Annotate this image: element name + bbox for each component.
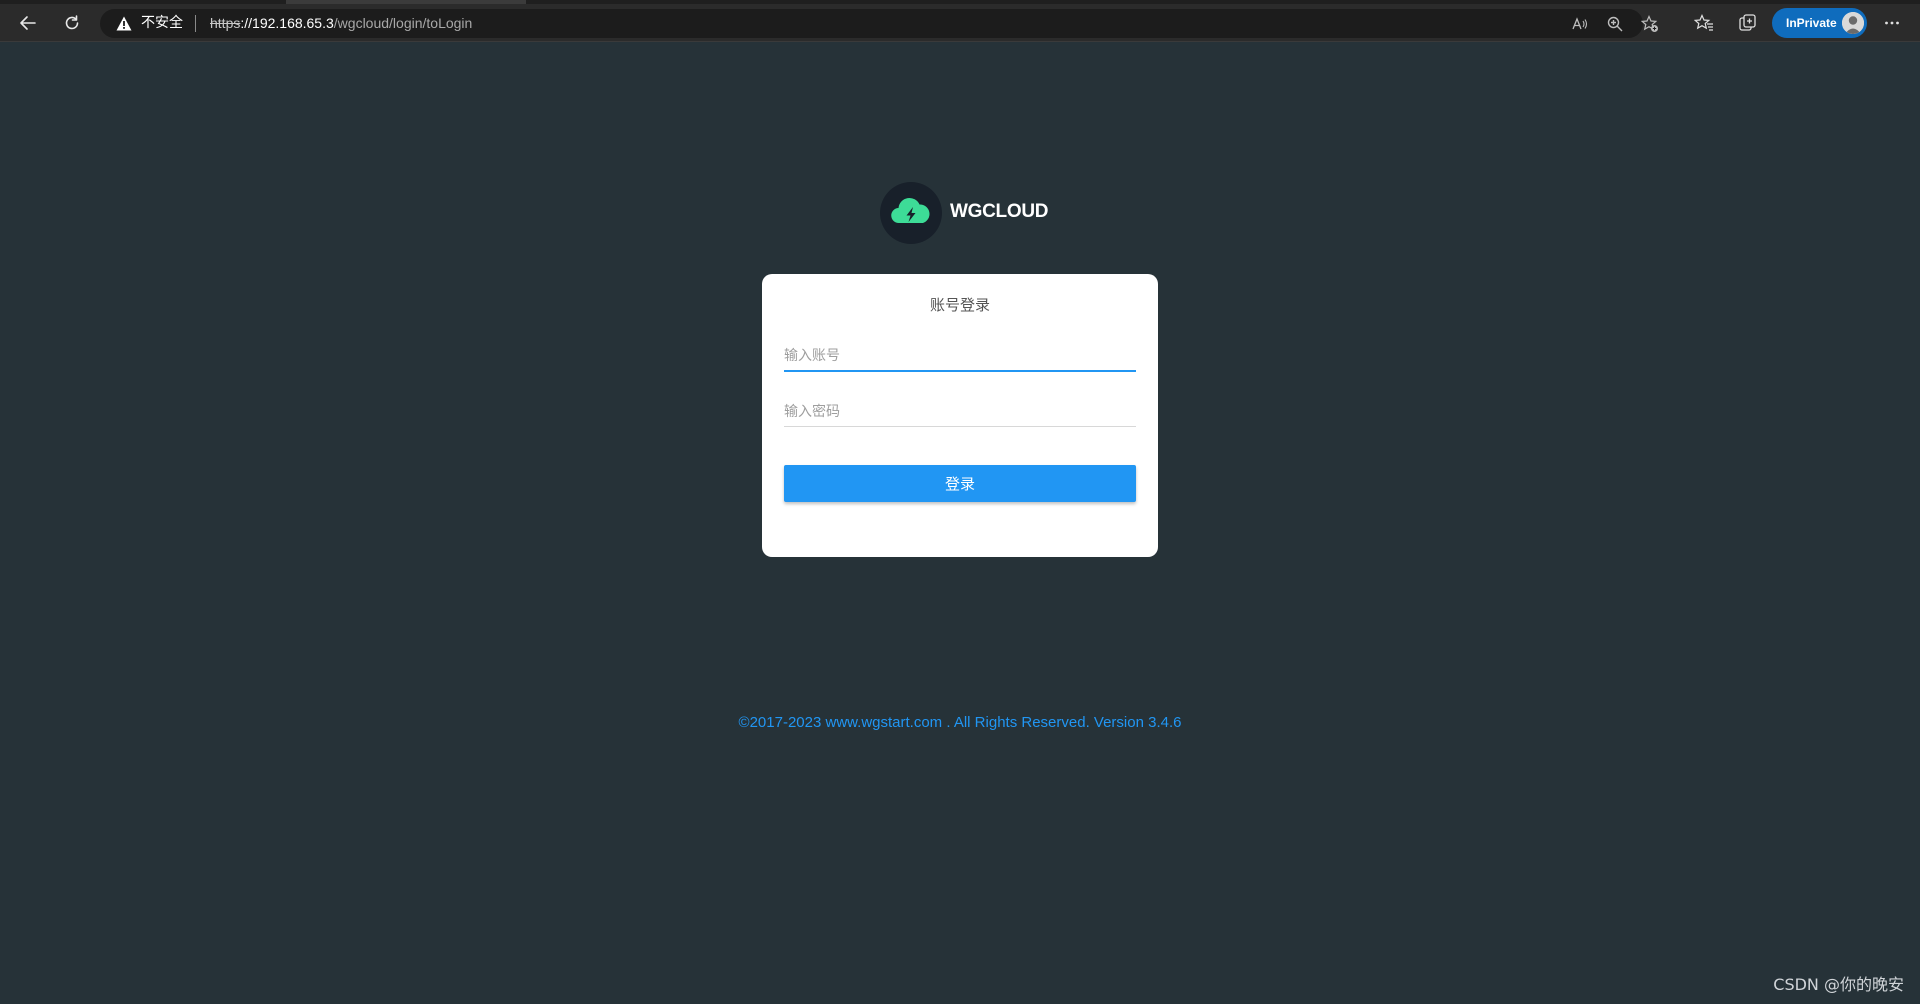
footer-copyright: ©2017-2023 www.wgstart.com . All Rights … (738, 714, 1182, 731)
zoom-button[interactable] (1605, 14, 1625, 34)
refresh-icon (65, 15, 79, 30)
favorites-button[interactable] (1689, 9, 1719, 37)
security-label[interactable]: 不安全 (141, 15, 183, 32)
collections-button[interactable] (1733, 9, 1763, 37)
username-input[interactable] (784, 342, 1136, 372)
settings-more-button[interactable] (1877, 9, 1907, 37)
favorites-icon (1694, 14, 1713, 31)
logo (880, 182, 942, 244)
profile-icon (1842, 12, 1864, 34)
url-host: ://192.168.65.3 (240, 15, 334, 31)
star-add-icon (1641, 15, 1658, 32)
address-divider (195, 15, 196, 32)
login-title: 账号登录 (929, 296, 990, 314)
url-text[interactable]: https://192.168.65.3/wgcloud/login/toLog… (210, 15, 472, 32)
login-card: 账号登录 登录 (762, 274, 1158, 557)
refresh-button[interactable] (57, 9, 87, 37)
more-dots-icon (1885, 21, 1899, 25)
add-favorite-button[interactable] (1640, 14, 1660, 34)
read-aloud-button[interactable] (1570, 14, 1590, 34)
zoom-icon (1607, 16, 1623, 32)
warning-icon[interactable] (116, 16, 132, 31)
back-arrow-icon (20, 16, 36, 30)
back-button[interactable] (13, 9, 43, 37)
watermark: CSDN @你的晚安 (1773, 975, 1904, 994)
url-scheme: https (210, 15, 241, 31)
address-bar[interactable]: 不安全 https://192.168.65.3/wgcloud/login/t… (100, 9, 1658, 38)
login-button[interactable]: 登录 (784, 465, 1136, 502)
url-path: /wgcloud/login/toLogin (333, 15, 473, 31)
inprivate-label: InPrivate (1786, 16, 1837, 30)
read-aloud-icon (1572, 17, 1588, 30)
avatar (1842, 12, 1864, 34)
password-input[interactable] (784, 397, 1136, 427)
cloud-bolt-icon (891, 197, 930, 224)
inprivate-button[interactable]: InPrivate (1772, 8, 1867, 38)
brand-name: WGCLOUD (950, 201, 1049, 222)
collections-icon (1739, 14, 1756, 31)
browser-toolbar: 不安全 https://192.168.65.3/wgcloud/login/t… (0, 4, 1920, 42)
